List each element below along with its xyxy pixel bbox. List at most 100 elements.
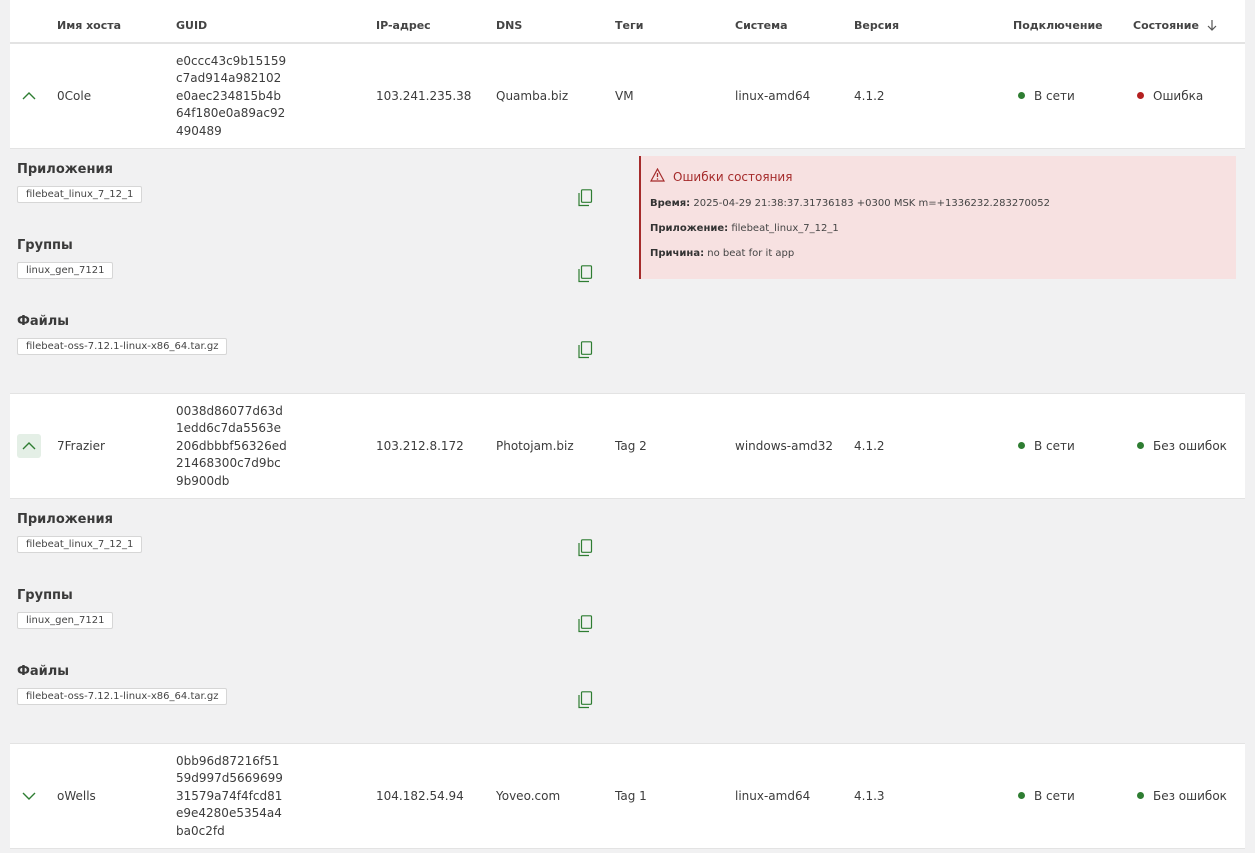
ok-status-dot <box>1137 792 1144 799</box>
host-details-panel: Приложения filebeat_linux_7_12_1 Группы … <box>10 149 1245 393</box>
guid-line: 9b900db <box>176 473 230 488</box>
version-cell: 4.1.3 <box>854 789 885 803</box>
tags-cell: Tag 1 <box>615 789 647 803</box>
guid-cell: 0bb96d87216f51 59d997d5669699 31579a74f4… <box>176 753 283 840</box>
table-row[interactable]: oWells 0bb96d87216f51 59d997d5669699 315… <box>10 743 1245 849</box>
guid-line: 59d997d5669699 <box>176 771 283 786</box>
system-cell: linux-amd64 <box>735 89 811 103</box>
connection-status-text: В сети <box>1034 439 1075 453</box>
ip-cell: 103.241.235.38 <box>376 89 472 103</box>
guid-line: 0038d86077d63d <box>176 404 283 418</box>
collapse-row-button[interactable] <box>17 434 41 458</box>
guid-line: e9e4280e5354a4 <box>176 806 282 821</box>
guid-line: 490489 <box>176 123 222 138</box>
app-chip: filebeat_linux_7_12_1 <box>17 536 143 553</box>
copy-icon[interactable] <box>577 691 593 709</box>
connection-cell: В сети <box>1018 439 1075 453</box>
table-row[interactable]: 0Cole e0ccc43c9b15159 c7ad914a982102 e0a… <box>10 43 1245 149</box>
connection-cell: В сети <box>1018 789 1075 803</box>
online-status-dot <box>1018 792 1025 799</box>
app-chip: filebeat_linux_7_12_1 <box>17 186 143 203</box>
sort-descending-icon[interactable] <box>1207 20 1217 34</box>
ip-cell: 103.212.8.172 <box>376 439 464 453</box>
copy-icon[interactable] <box>577 189 593 207</box>
guid-line: ba0c2fd <box>176 823 225 838</box>
guid-line: 31579a74f4fcd81 <box>176 788 283 803</box>
column-header-dns[interactable]: DNS <box>496 19 522 32</box>
column-header-version[interactable]: Версия <box>854 19 899 32</box>
guid-line: 0bb96d87216f51 <box>176 754 280 768</box>
state-status-text: Без ошибок <box>1153 789 1227 803</box>
state-cell: Ошибка <box>1137 89 1203 103</box>
group-chip: linux_gen_7121 <box>17 612 114 629</box>
column-header-ip[interactable]: IP-адрес <box>376 19 431 32</box>
connection-status-text: В сети <box>1034 89 1075 103</box>
guid-line: 21468300c7d9bc <box>176 456 281 471</box>
table-header: Имя хоста GUID IP-адрес DNS Теги Система… <box>10 0 1245 43</box>
group-chip: linux_gen_7121 <box>17 262 114 279</box>
copy-icon[interactable] <box>577 265 593 283</box>
ip-cell: 104.182.54.94 <box>376 789 464 803</box>
dns-cell: Yoveo.com <box>496 789 561 803</box>
column-header-tags[interactable]: Теги <box>615 19 643 32</box>
chevron-up-icon <box>22 89 36 103</box>
column-header-guid[interactable]: GUID <box>176 19 207 32</box>
state-status-text: Ошибка <box>1153 89 1204 103</box>
hostname-cell: oWells <box>57 789 96 803</box>
column-header-system[interactable]: Система <box>735 19 788 32</box>
groups-section-title: Группы <box>17 238 73 253</box>
apps-section-title: Приложения <box>17 512 113 527</box>
guid-line: e0ccc43c9b15159 <box>176 54 287 68</box>
online-status-dot <box>1018 442 1025 449</box>
column-header-state-label: Состояние <box>1133 19 1199 32</box>
state-errors-panel: Ошибки состояния Время: 2025-04-29 21:38… <box>639 156 1236 279</box>
online-status-dot <box>1018 92 1025 99</box>
guid-line: 64f180e0a89ac92 <box>176 106 286 121</box>
column-header-connection[interactable]: Подключение <box>1013 19 1103 32</box>
connection-cell: В сети <box>1018 89 1075 103</box>
copy-icon[interactable] <box>577 615 593 633</box>
host-details-panel: Приложения filebeat_linux_7_12_1 Группы … <box>10 499 1245 743</box>
guid-cell: 0038d86077d63d 1edd6c7da5563e 206dbbbf56… <box>176 403 287 490</box>
dns-cell: Photojam.biz <box>496 439 574 453</box>
tags-cell: Tag 2 <box>615 439 647 453</box>
error-status-dot <box>1137 92 1144 99</box>
guid-line: 206dbbbf56326ed <box>176 438 287 453</box>
copy-icon[interactable] <box>577 539 593 557</box>
system-cell: windows-amd32 <box>735 439 834 453</box>
hosts-table: Имя хоста GUID IP-адрес DNS Теги Система… <box>10 0 1245 849</box>
hostname-cell: 7Frazier <box>57 439 105 453</box>
error-reason-value: no beat for it app <box>707 248 795 259</box>
files-section-title: Файлы <box>17 664 70 679</box>
tags-cell: VM <box>615 89 634 103</box>
error-app-label: Приложение: <box>650 223 729 234</box>
error-app-line: Приложение: filebeat_linux_7_12_1 <box>650 223 839 234</box>
expand-row-button[interactable] <box>17 784 41 808</box>
column-header-state[interactable]: Состояние <box>1133 19 1217 34</box>
hostname-cell: 0Cole <box>57 89 92 103</box>
error-time-label: Время: <box>650 198 691 209</box>
table-row[interactable]: 7Frazier 0038d86077d63d 1edd6c7da5563e 2… <box>10 393 1245 499</box>
chevron-down-icon <box>22 789 36 803</box>
error-reason-line: Причина: no beat for it app <box>650 248 794 259</box>
guid-line: 1edd6c7da5563e <box>176 421 282 436</box>
collapse-row-button[interactable] <box>17 84 41 108</box>
groups-section-title: Группы <box>17 588 73 603</box>
copy-icon[interactable] <box>577 341 593 359</box>
apps-section-title: Приложения <box>17 162 113 177</box>
guid-line: c7ad914a982102 <box>176 71 282 86</box>
connection-status-text: В сети <box>1034 789 1075 803</box>
state-cell: Без ошибок <box>1137 789 1227 803</box>
ok-status-dot <box>1137 442 1144 449</box>
error-reason-label: Причина: <box>650 248 705 259</box>
column-header-hostname[interactable]: Имя хоста <box>57 19 121 32</box>
error-app-value: filebeat_linux_7_12_1 <box>731 223 839 234</box>
guid-line: e0aec234815b4b <box>176 88 282 103</box>
error-time-value: 2025-04-29 21:38:37.31736183 +0300 MSK m… <box>693 198 1050 209</box>
error-time-line: Время: 2025-04-29 21:38:37.31736183 +030… <box>650 198 1050 209</box>
state-status-text: Без ошибок <box>1153 439 1227 453</box>
chevron-up-icon <box>22 439 36 453</box>
file-chip: filebeat-oss-7.12.1-linux-x86_64.tar.gz <box>17 688 228 705</box>
version-cell: 4.1.2 <box>854 89 885 103</box>
state-errors-title: Ошибки состояния <box>673 170 793 184</box>
